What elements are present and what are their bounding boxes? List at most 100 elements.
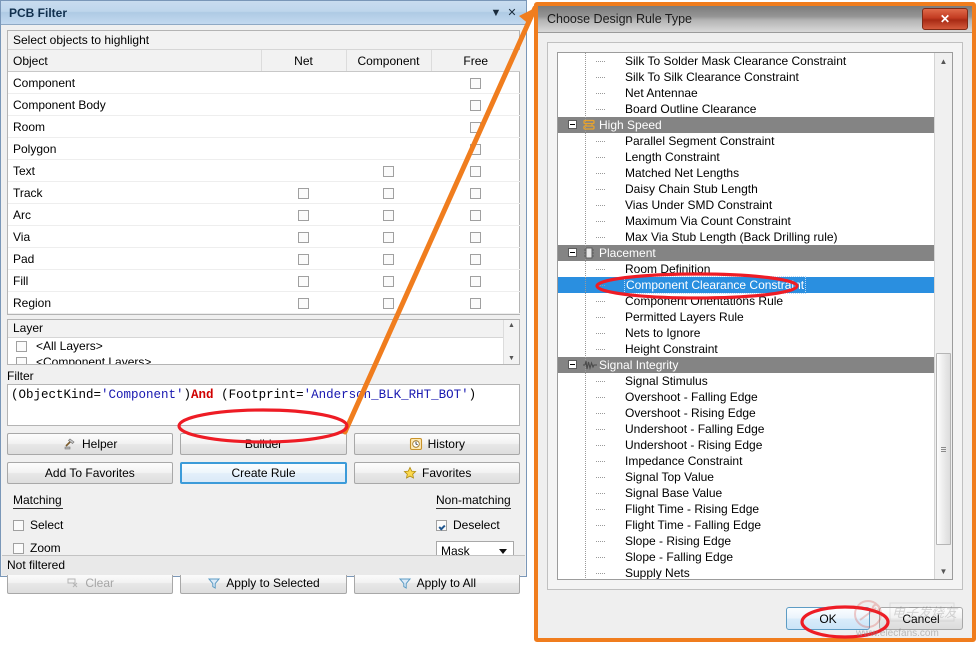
matching-select-checkbox[interactable] (13, 520, 24, 531)
tree-item[interactable]: Silk To Solder Mask Clearance Constraint (558, 53, 935, 69)
apply-to-selected-button[interactable]: Apply to Selected (180, 572, 346, 594)
checkbox-cell-component[interactable] (346, 160, 431, 182)
tree-item[interactable]: Net Antennae (558, 85, 935, 101)
create-rule-button[interactable]: Create Rule (180, 462, 348, 484)
checkbox-free[interactable] (470, 232, 481, 243)
scroll-up-icon[interactable]: ▲ (508, 320, 515, 331)
scroll-up-icon[interactable]: ▲ (935, 53, 952, 69)
history-button[interactable]: History (354, 433, 520, 455)
checkbox-cell-component[interactable] (346, 182, 431, 204)
collapse-icon[interactable] (568, 248, 577, 257)
layer-list[interactable]: Layer <All Layers> <Component Layers> (7, 319, 520, 365)
tree-item[interactable]: Maximum Via Count Constraint (558, 213, 935, 229)
tree-category-high-speed[interactable]: High Speed (558, 117, 935, 133)
checkbox-cell-net[interactable] (261, 204, 346, 226)
checkbox-cell-free[interactable] (431, 270, 520, 292)
checkbox-cell-free[interactable] (431, 204, 520, 226)
tree-item[interactable]: Undershoot - Falling Edge (558, 421, 935, 437)
tree-item[interactable]: Silk To Silk Clearance Constraint (558, 69, 935, 85)
tree-item[interactable]: Nets to Ignore (558, 325, 935, 341)
tree-category-placement[interactable]: Placement (558, 245, 935, 261)
checkbox-cell-free[interactable] (431, 72, 520, 94)
helper-button[interactable]: Helper (7, 433, 173, 455)
matching-zoom-option[interactable]: Zoom (13, 541, 63, 555)
tree-item[interactable]: Component Orientations Rule (558, 293, 935, 309)
tree-scrollbar[interactable]: ▲ ▼ (934, 53, 952, 579)
layer-scrollbar[interactable]: ▲ ▼ (503, 320, 519, 364)
checkbox-net[interactable] (298, 276, 309, 287)
matching-select-option[interactable]: Select (13, 518, 63, 532)
close-icon[interactable]: ✕ (504, 5, 520, 21)
checkbox-component[interactable] (383, 254, 394, 265)
tree-item[interactable]: Parallel Segment Constraint (558, 133, 935, 149)
checkbox-net[interactable] (298, 254, 309, 265)
checkbox-free[interactable] (470, 144, 481, 155)
checkbox-cell-net[interactable] (261, 226, 346, 248)
tree-item[interactable]: Daisy Chain Stub Length (558, 181, 935, 197)
checkbox-component[interactable] (383, 166, 394, 177)
layer-checkbox-all-layers[interactable] (16, 341, 27, 352)
layer-item-all-layers[interactable]: <All Layers> (8, 338, 519, 354)
tree-item-selected[interactable]: Component Clearance Constraint (558, 277, 935, 293)
tree-item[interactable]: Signal Base Value (558, 485, 935, 501)
checkbox-free[interactable] (470, 100, 481, 111)
tree-item[interactable]: Board Outline Clearance (558, 101, 935, 117)
layer-item-component-layers[interactable]: <Component Layers> (8, 354, 519, 365)
checkbox-cell-component[interactable] (346, 226, 431, 248)
checkbox-component[interactable] (383, 210, 394, 221)
checkbox-net[interactable] (298, 232, 309, 243)
filter-expression-input[interactable]: (ObjectKind='Component')And (Footprint='… (7, 384, 520, 426)
checkbox-cell-free[interactable] (431, 138, 520, 160)
checkbox-cell-net[interactable] (261, 292, 346, 314)
checkbox-free[interactable] (470, 298, 481, 309)
tree-item[interactable]: Undershoot - Rising Edge (558, 437, 935, 453)
cancel-button[interactable]: Cancel (879, 607, 963, 630)
scroll-down-icon[interactable]: ▼ (508, 353, 515, 364)
scroll-down-icon[interactable]: ▼ (935, 563, 952, 579)
tree-item[interactable]: Supply Nets (558, 565, 935, 579)
apply-to-all-button[interactable]: Apply to All (354, 572, 520, 594)
checkbox-cell-net[interactable] (261, 182, 346, 204)
rule-type-tree[interactable]: Silk To Solder Mask Clearance Constraint… (557, 52, 953, 580)
tree-item[interactable]: Overshoot - Rising Edge (558, 405, 935, 421)
clear-button[interactable]: Clear (7, 572, 173, 594)
tree-item[interactable]: Flight Time - Falling Edge (558, 517, 935, 533)
tree-item[interactable]: Flight Time - Rising Edge (558, 501, 935, 517)
checkbox-cell-free[interactable] (431, 160, 520, 182)
matching-zoom-checkbox[interactable] (13, 543, 24, 554)
checkbox-cell-component[interactable] (346, 270, 431, 292)
tree-category-signal-integrity[interactable]: Signal Integrity (558, 357, 935, 373)
ok-button[interactable]: OK (786, 607, 870, 630)
builder-button[interactable]: Builder (180, 433, 346, 455)
checkbox-cell-free[interactable] (431, 116, 520, 138)
tree-item[interactable]: Slope - Rising Edge (558, 533, 935, 549)
tree-item[interactable]: Length Constraint (558, 149, 935, 165)
checkbox-free[interactable] (470, 78, 481, 89)
checkbox-cell-component[interactable] (346, 204, 431, 226)
checkbox-cell-net[interactable] (261, 270, 346, 292)
collapse-icon[interactable] (568, 120, 577, 129)
checkbox-cell-free[interactable] (431, 226, 520, 248)
tree-item[interactable]: Room Definition (558, 261, 935, 277)
checkbox-component[interactable] (383, 232, 394, 243)
checkbox-free[interactable] (470, 122, 481, 133)
add-to-favorites-button[interactable]: Add To Favorites (7, 462, 173, 484)
close-icon[interactable]: ✕ (922, 8, 968, 30)
checkbox-free[interactable] (470, 188, 481, 199)
layer-checkbox-component-layers[interactable] (16, 357, 27, 366)
checkbox-cell-free[interactable] (431, 292, 520, 314)
checkbox-cell-free[interactable] (431, 94, 520, 116)
non-matching-deselect-checkbox[interactable] (436, 520, 447, 531)
tree-item[interactable]: Matched Net Lengths (558, 165, 935, 181)
scrollbar-thumb[interactable] (936, 353, 951, 545)
checkbox-cell-free[interactable] (431, 248, 520, 270)
checkbox-net[interactable] (298, 298, 309, 309)
checkbox-cell-component[interactable] (346, 248, 431, 270)
tree-item[interactable]: Overshoot - Falling Edge (558, 389, 935, 405)
tree-item[interactable]: Signal Stimulus (558, 373, 935, 389)
checkbox-free[interactable] (470, 276, 481, 287)
favorites-button[interactable]: Favorites (354, 462, 520, 484)
tree-item[interactable]: Vias Under SMD Constraint (558, 197, 935, 213)
checkbox-cell-free[interactable] (431, 182, 520, 204)
tree-item[interactable]: Permitted Layers Rule (558, 309, 935, 325)
